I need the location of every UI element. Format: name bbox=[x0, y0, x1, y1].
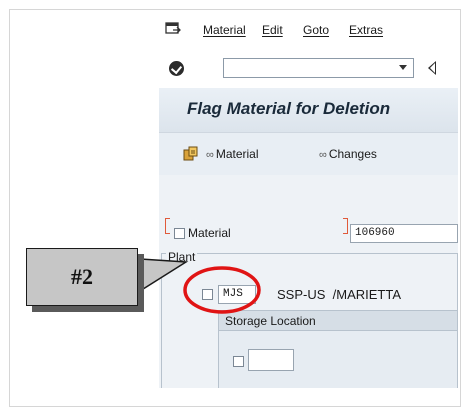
highlight-circle bbox=[183, 266, 261, 314]
callout-label: #2 bbox=[26, 248, 138, 306]
annotation-overlay bbox=[125, 257, 261, 314]
